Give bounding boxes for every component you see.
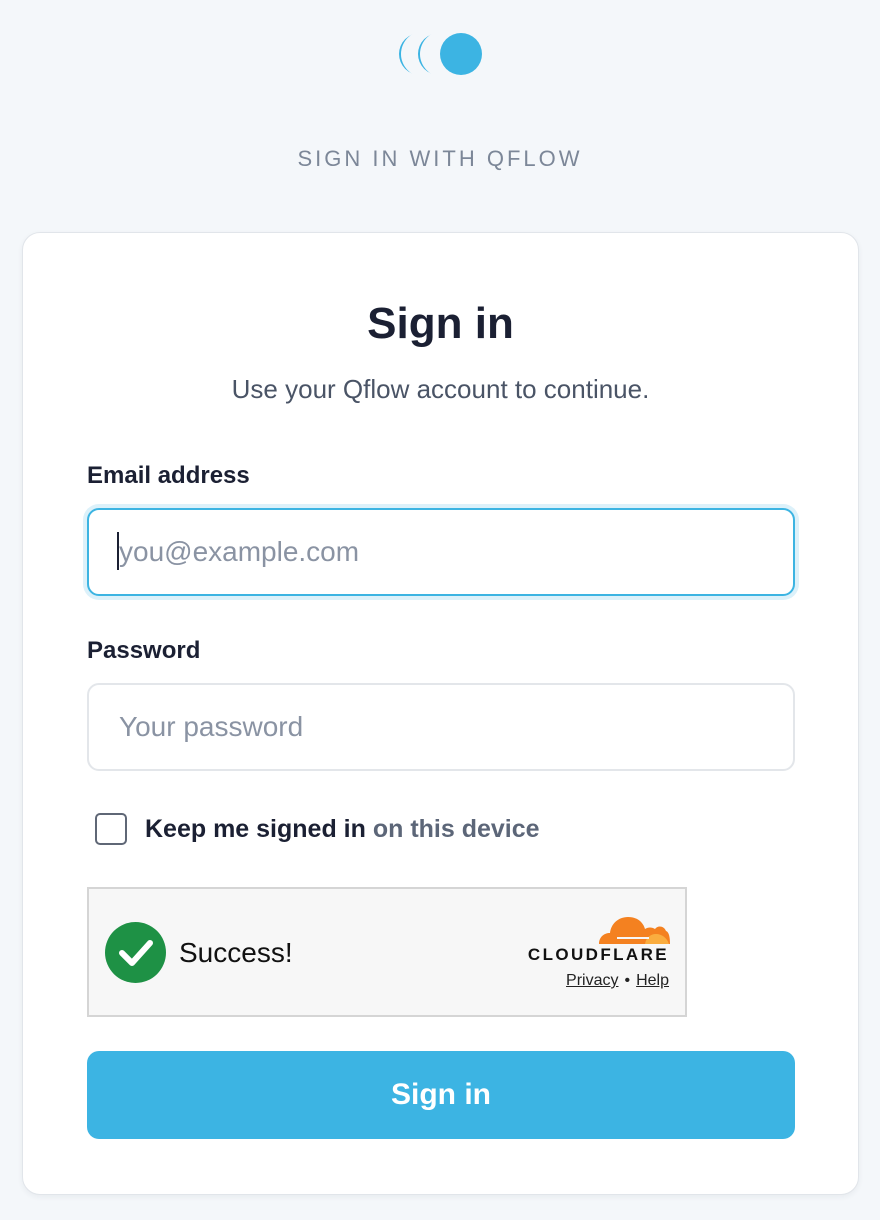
sign-in-button[interactable]: Sign in [87,1051,795,1139]
cloudflare-cloud-icon [599,917,670,944]
card-title: Sign in [367,299,514,348]
email-label: Email address [87,462,250,489]
link-separator: • [624,972,631,989]
cloudflare-captcha-widget: Success! CLOUDFLARE Privacy • Help [87,887,687,1017]
privacy-link[interactable]: Privacy [566,972,618,989]
email-input[interactable] [87,508,795,596]
sign-in-page: SIGN IN WITH QFLOW Sign in Use your Qflo… [0,0,880,1220]
cloudflare-brand-text: CLOUDFLARE [527,945,669,964]
remember-me-label[interactable]: Keep me signed in on this device [145,813,540,845]
remember-me-label-main: Keep me signed in [145,815,366,843]
qflow-logo-icon [399,31,482,77]
remember-me-label-muted: on this device [372,815,540,843]
cloudflare-links: Privacy • Help [566,971,669,991]
password-input[interactable] [87,683,795,771]
text-caret [117,532,119,570]
help-link[interactable]: Help [636,972,669,989]
check-circle-icon [105,922,166,983]
captcha-status-text: Success! [179,937,293,968]
password-label: Password [87,637,201,664]
card-subtitle: Use your Qflow account to continue. [231,374,650,404]
sign-in-card: Sign in Use your Qflow account to contin… [22,232,859,1195]
remember-me-checkbox[interactable] [95,813,127,845]
brand-caption: SIGN IN WITH QFLOW [297,146,583,171]
